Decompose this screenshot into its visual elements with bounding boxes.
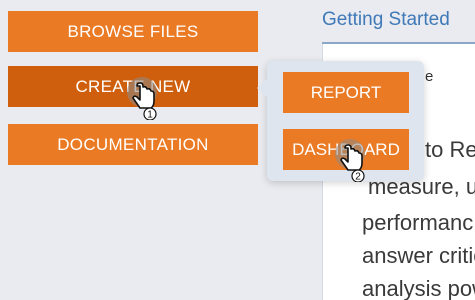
step-number: 1 bbox=[147, 110, 153, 121]
documentation-button[interactable]: DOCUMENTATION bbox=[8, 124, 258, 165]
report-button[interactable]: REPORT bbox=[283, 72, 409, 113]
content-line: performanc bbox=[362, 210, 474, 235]
content-line: analysis pow bbox=[362, 276, 475, 300]
content-line: answer critic bbox=[362, 243, 475, 268]
step-number: 2 bbox=[355, 172, 361, 183]
browse-files-button[interactable]: BROWSE FILES bbox=[8, 11, 258, 52]
submenu-arrow bbox=[257, 78, 268, 98]
content-title: Getting Started bbox=[322, 9, 450, 30]
content-line: to Re bbox=[425, 137, 475, 162]
content-fragment: e bbox=[425, 68, 434, 85]
stage: Getting Started e to Re measure, un perf… bbox=[0, 0, 475, 300]
pointing-hand-icon: 2 bbox=[335, 139, 365, 183]
pointing-hand-icon: 1 bbox=[127, 77, 157, 121]
